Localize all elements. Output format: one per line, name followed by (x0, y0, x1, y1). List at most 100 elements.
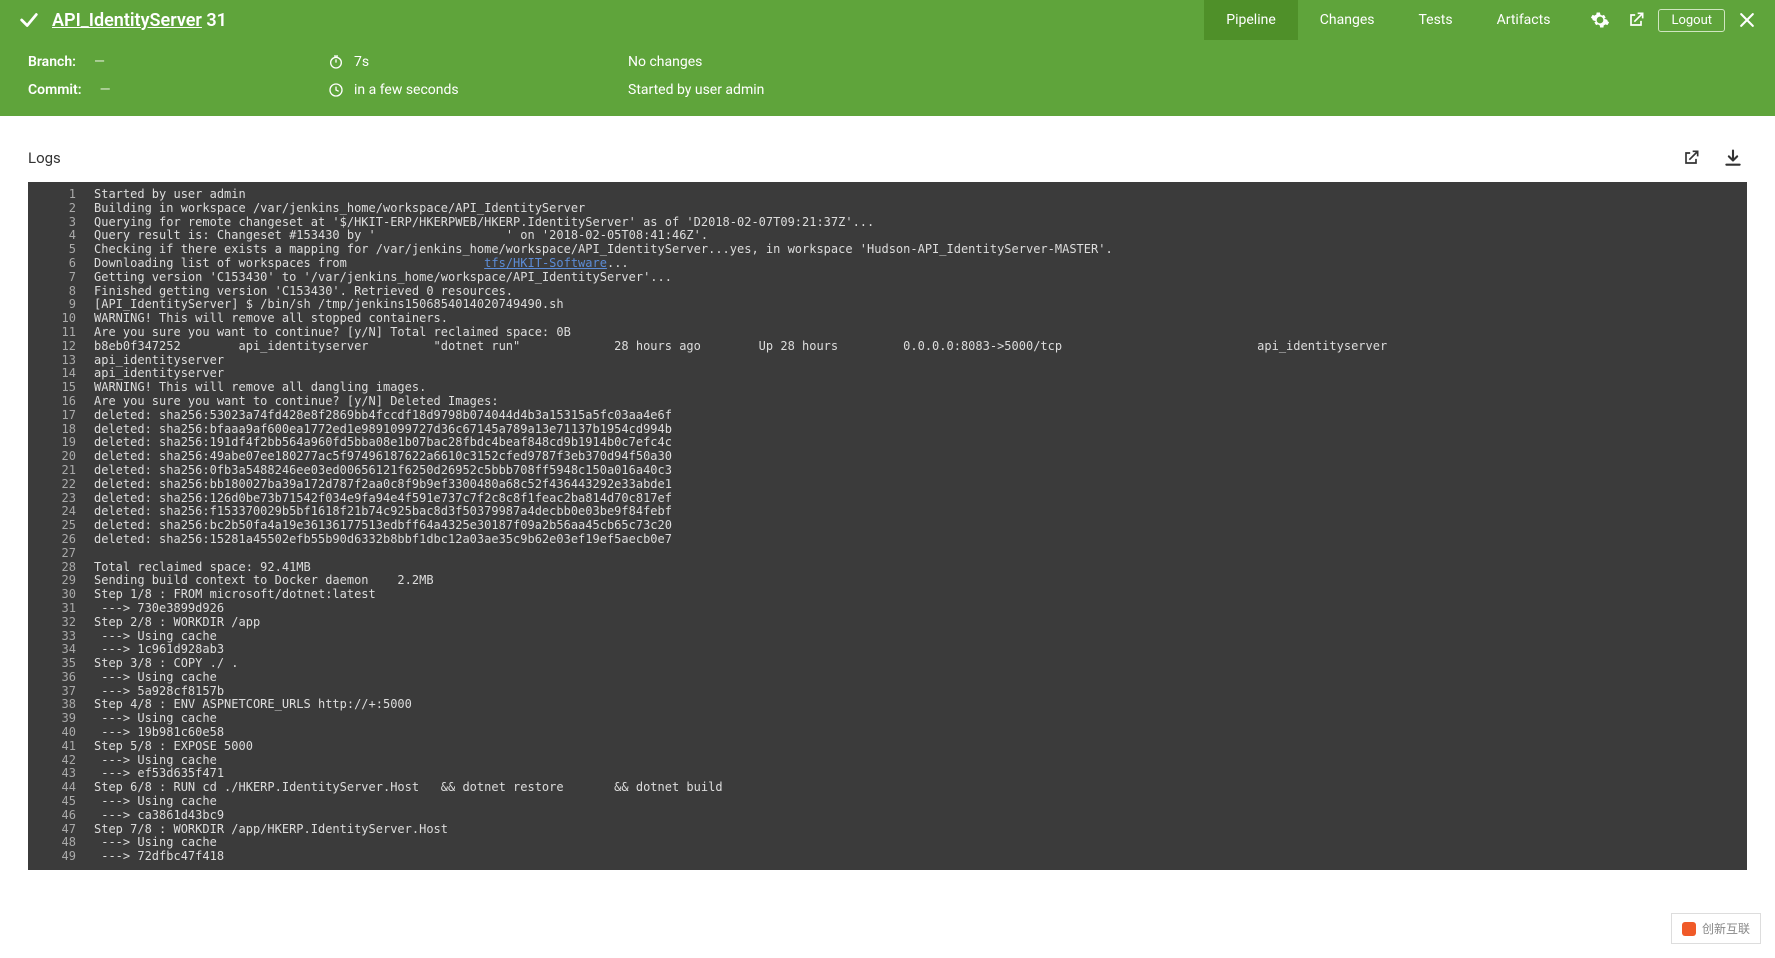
line-content: Are you sure you want to continue? [y/N]… (94, 395, 1747, 409)
line-content: deleted: sha256:49abe07ee180277ac5f97496… (94, 450, 1747, 464)
line-content: Step 1/8 : FROM microsoft/dotnet:latest (94, 588, 1747, 602)
log-row: 13api_identityserver (28, 354, 1747, 368)
line-number: 11 (28, 326, 94, 340)
line-number: 30 (28, 588, 94, 602)
console-log[interactable]: 1Started by user admin2Building in works… (28, 182, 1747, 870)
line-number: 49 (28, 850, 94, 864)
log-row: 32Step 2/8 : WORKDIR /app (28, 616, 1747, 630)
commit-label: Commit: (28, 82, 82, 98)
line-number: 39 (28, 712, 94, 726)
tab-pipeline[interactable]: Pipeline (1204, 0, 1298, 40)
log-row: 14api_identityserver (28, 367, 1747, 381)
logs-title: Logs (28, 149, 61, 167)
watermark: 创新互联 (1671, 913, 1761, 944)
line-number: 34 (28, 643, 94, 657)
line-content: ---> Using cache (94, 712, 1747, 726)
line-content: ---> 72dfbc47f418 (94, 850, 1747, 864)
pipeline-name-link[interactable]: API_IdentityServer (52, 10, 202, 31)
log-row: 17deleted: sha256:53023a74fd428e8f2869bb… (28, 409, 1747, 423)
line-number: 36 (28, 671, 94, 685)
download-icon[interactable] (1719, 144, 1747, 172)
line-number: 28 (28, 561, 94, 575)
line-content: deleted: sha256:53023a74fd428e8f2869bb4f… (94, 409, 1747, 423)
logs-actions (1677, 144, 1747, 172)
log-row: 21deleted: sha256:0fb3a5488246ee03ed0065… (28, 464, 1747, 478)
line-number: 5 (28, 243, 94, 257)
branch-row: Branch: — (28, 54, 328, 70)
log-row: 33 ---> Using cache (28, 630, 1747, 644)
line-content: api_identityserver (94, 367, 1747, 381)
line-number: 47 (28, 823, 94, 837)
line-content: Building in workspace /var/jenkins_home/… (94, 202, 1747, 216)
line-content: Step 4/8 : ENV ASPNETCORE_URLS http://+:… (94, 698, 1747, 712)
line-content: Step 3/8 : COPY ./ . (94, 657, 1747, 671)
line-number: 1 (28, 188, 94, 202)
log-row: 23deleted: sha256:126d0be73b71542f034e9f… (28, 492, 1747, 506)
header-actions: Logout (1572, 6, 1775, 34)
log-row: 2Building in workspace /var/jenkins_home… (28, 202, 1747, 216)
line-content: WARNING! This will remove all dangling i… (94, 381, 1747, 395)
close-icon[interactable] (1733, 6, 1761, 34)
log-row: 44Step 6/8 : RUN cd ./HKERP.IdentityServ… (28, 781, 1747, 795)
log-row: 5Checking if there exists a mapping for … (28, 243, 1747, 257)
duration-value: 7s (354, 54, 369, 70)
log-row: 24deleted: sha256:f153370029b5bf1618f21b… (28, 505, 1747, 519)
commit-value: — (100, 82, 111, 98)
line-number: 38 (28, 698, 94, 712)
header-left: API_IdentityServer 31 (0, 9, 1204, 31)
line-number: 46 (28, 809, 94, 823)
line-content: ---> Using cache (94, 836, 1747, 850)
header-bar: API_IdentityServer 31 Pipeline Changes T… (0, 0, 1775, 40)
line-number: 14 (28, 367, 94, 381)
tab-changes[interactable]: Changes (1298, 0, 1397, 40)
line-number: 6 (28, 257, 94, 271)
line-content: ---> 19b981c60e58 (94, 726, 1747, 740)
line-number: 9 (28, 298, 94, 312)
line-number: 42 (28, 754, 94, 768)
line-content: Started by user admin (94, 188, 1747, 202)
logout-button[interactable]: Logout (1658, 9, 1725, 32)
line-number: 35 (28, 657, 94, 671)
line-content: deleted: sha256:0fb3a5488246ee03ed006561… (94, 464, 1747, 478)
no-changes-text: No changes (628, 54, 702, 70)
log-row: 31 ---> 730e3899d926 (28, 602, 1747, 616)
log-row: 27 (28, 547, 1747, 561)
log-row: 37 ---> 5a928cf8157b (28, 685, 1747, 699)
log-row: 34 ---> 1c961d928ab3 (28, 643, 1747, 657)
line-content: ---> Using cache (94, 671, 1747, 685)
log-row: 8Finished getting version 'C153430'. Ret… (28, 285, 1747, 299)
line-content: deleted: sha256:bc2b50fa4a19e36136177513… (94, 519, 1747, 533)
open-external-icon[interactable] (1677, 144, 1705, 172)
line-number: 17 (28, 409, 94, 423)
log-row: 18deleted: sha256:bfaaa9af600ea1772ed1e9… (28, 423, 1747, 437)
line-number: 27 (28, 547, 94, 561)
line-content: [API_IdentityServer] $ /bin/sh /tmp/jenk… (94, 298, 1747, 312)
go-to-classic-icon[interactable] (1622, 6, 1650, 34)
log-row: 30Step 1/8 : FROM microsoft/dotnet:lates… (28, 588, 1747, 602)
line-content: ---> Using cache (94, 630, 1747, 644)
gear-icon[interactable] (1586, 6, 1614, 34)
header-tabs: Pipeline Changes Tests Artifacts (1204, 0, 1572, 40)
line-number: 32 (28, 616, 94, 630)
line-content: Step 5/8 : EXPOSE 5000 (94, 740, 1747, 754)
log-row: 19deleted: sha256:191df4f2bb564a960fd5bb… (28, 436, 1747, 450)
started-by-row: Started by user admin (628, 82, 1747, 98)
changes-row: No changes (628, 54, 1747, 70)
log-row: 7Getting version 'C153430' to '/var/jenk… (28, 271, 1747, 285)
log-row: 22deleted: sha256:bb180027ba39a172d787f2… (28, 478, 1747, 492)
log-row: 43 ---> ef53d635f471 (28, 767, 1747, 781)
commit-row: Commit: — (28, 82, 328, 98)
line-number: 24 (28, 505, 94, 519)
line-number: 10 (28, 312, 94, 326)
log-row: 4Query result is: Changeset #153430 by '… (28, 229, 1747, 243)
log-row: 26deleted: sha256:15281a45502efb55b90d63… (28, 533, 1747, 547)
build-number: 31 (206, 10, 227, 31)
log-row: 12b8eb0f347252 api_identityserver "dotne… (28, 340, 1747, 354)
tab-tests[interactable]: Tests (1396, 0, 1474, 40)
tab-artifacts[interactable]: Artifacts (1475, 0, 1573, 40)
log-row: 10WARNING! This will remove all stopped … (28, 312, 1747, 326)
subheader: Branch: — 7s No changes Commit: — in a f… (0, 40, 1775, 116)
line-content: Step 7/8 : WORKDIR /app/HKERP.IdentitySe… (94, 823, 1747, 837)
line-number: 22 (28, 478, 94, 492)
log-link[interactable]: tfs/HKIT-Software (484, 256, 607, 270)
